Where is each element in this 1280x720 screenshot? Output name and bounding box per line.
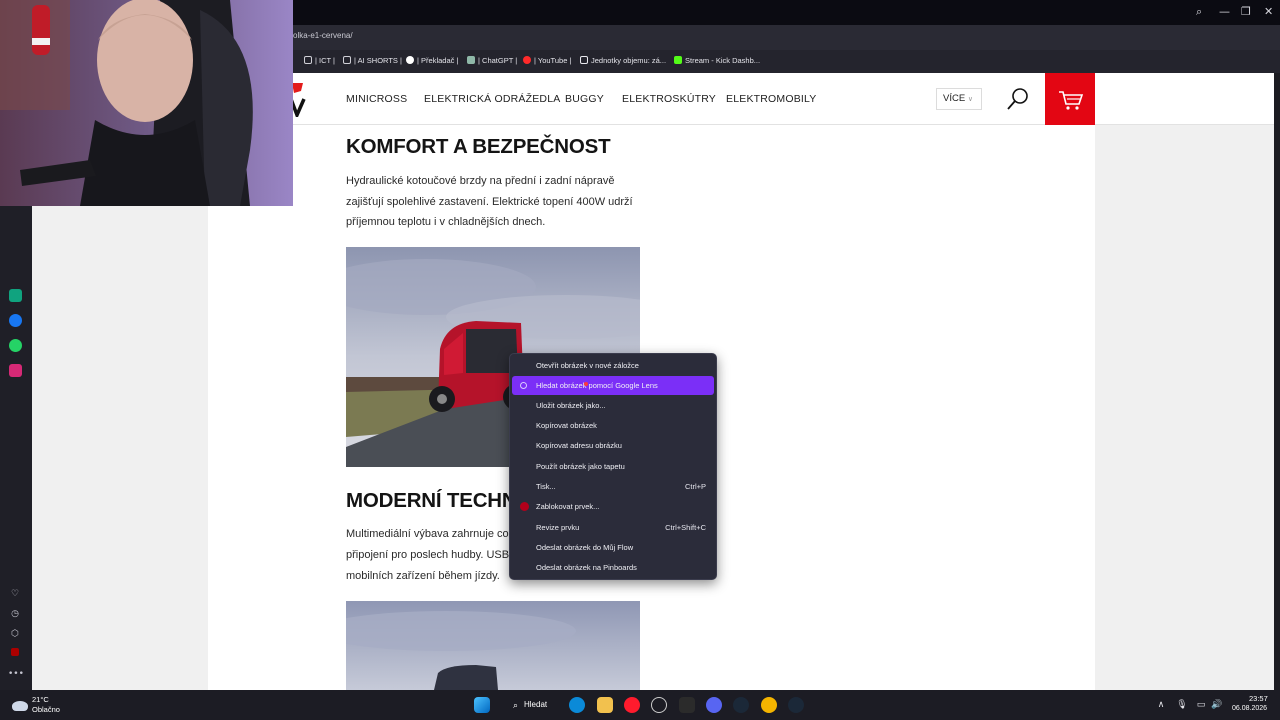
more-icon[interactable]: •••	[8, 668, 24, 680]
cart-button[interactable]	[1045, 73, 1095, 125]
ctx-print[interactable]: Tisk... Ctrl+P	[512, 477, 714, 496]
ctx-copy-image-address[interactable]: Kopírovat adresu obrázku	[512, 436, 714, 455]
weather-temperature[interactable]: 21°C	[32, 695, 49, 704]
nav-buggy[interactable]: BUGGY	[565, 93, 604, 105]
nav-minicross[interactable]: MINICROSS	[346, 93, 407, 105]
clock-date[interactable]: 06.08.2026	[1232, 705, 1267, 712]
section-text-comfort: Hydraulické kotoučové brzdy na přední i …	[346, 175, 633, 228]
clock-time[interactable]: 23:57	[1249, 694, 1268, 703]
lens-icon	[520, 382, 527, 389]
ctx-send-to-pinboards[interactable]: Odeslat obrázek na Pinboards	[512, 558, 714, 577]
epic-games-icon[interactable]	[679, 697, 695, 713]
file-explorer-icon[interactable]	[597, 697, 613, 713]
close-icon[interactable]: ✕	[1264, 6, 1273, 17]
microphone-icon[interactable]: 🎙	[1176, 699, 1188, 711]
webcam-overlay	[0, 0, 293, 206]
heart-icon[interactable]: ♡	[8, 588, 22, 600]
cart-icon	[1059, 91, 1084, 110]
edge-icon[interactable]	[569, 697, 585, 713]
ctx-block-element[interactable]: Zablokovat prvek...	[512, 497, 714, 516]
steam-icon[interactable]	[733, 697, 749, 713]
document-icon	[580, 56, 588, 64]
search-icon[interactable]	[1006, 87, 1030, 111]
ublock-icon	[520, 502, 529, 511]
taskbar-search[interactable]: ⌕ Hledat	[504, 696, 554, 714]
ctx-save-image-as[interactable]: Uložit obrázek jako...	[512, 396, 714, 415]
google-icon	[406, 56, 414, 64]
cursor-pointer-icon	[584, 382, 588, 386]
ctx-inspect-shortcut: Ctrl+Shift+C	[665, 523, 706, 532]
chrome-icon[interactable]	[761, 697, 777, 713]
more-dropdown[interactable]: VÍCE ∨	[936, 88, 982, 110]
page-gutter-left	[32, 125, 208, 690]
product-photo-car-front[interactable]	[346, 601, 640, 690]
nav-elektromobily[interactable]: ELEKTROMOBILY	[726, 93, 817, 105]
ctx-set-as-wallpaper[interactable]: Použít obrázek jako tapetu	[512, 457, 714, 476]
folder-icon	[343, 56, 351, 64]
ctx-send-to-my-flow[interactable]: Odeslat obrázek do Můj Flow	[512, 538, 714, 557]
bookmark-kick[interactable]: Stream - Kick Dashb...	[674, 56, 760, 65]
ublock-icon[interactable]	[8, 648, 22, 660]
chatgpt-icon	[467, 56, 475, 64]
windows-taskbar: 21°C Oblačno ⌕ Hledat ∧ 🎙 ▭ 🔊 23:57 06.08…	[0, 690, 1280, 720]
ctx-open-image-new-tab[interactable]: Otevřít obrázek v nové záložce	[512, 356, 714, 375]
bookmark-ai-shorts[interactable]: | AI SHORTS |	[343, 56, 402, 65]
bookmark-jednotky[interactable]: Jednotky objemu: zá...	[580, 56, 666, 65]
ctx-print-shortcut: Ctrl+P	[684, 482, 706, 491]
context-menu: Otevřít obrázek v nové záložce Hledat ob…	[509, 353, 717, 580]
ctx-copy-image[interactable]: Kopírovat obrázek	[512, 416, 714, 435]
nav-elektricka-odrazedla[interactable]: ELEKTRICKÁ ODRÁŽEDLA	[424, 93, 560, 105]
steam-secondary-icon[interactable]	[788, 697, 804, 713]
network-icon[interactable]: ▭	[1195, 699, 1207, 711]
volume-icon[interactable]: 🔊	[1211, 699, 1223, 711]
search-tabs-icon[interactable]: ⌕	[1196, 6, 1202, 17]
chevron-down-icon: ∨	[967, 96, 973, 103]
instagram-icon[interactable]	[9, 364, 22, 377]
minimize-icon[interactable]: —	[1219, 6, 1230, 17]
opera-icon[interactable]	[624, 697, 640, 713]
history-icon[interactable]: ◷	[8, 608, 22, 620]
section-heading-comfort: KOMFORT A BEZPEČNOST	[346, 135, 611, 158]
messenger-icon[interactable]	[9, 314, 22, 327]
nav-elektroskutry[interactable]: ELEKTROSKÚTRY	[622, 93, 716, 105]
folder-icon	[304, 56, 312, 64]
page-gutter-right	[1095, 125, 1274, 690]
whatsapp-icon[interactable]	[9, 339, 22, 352]
windows-start-icon[interactable]	[474, 697, 490, 713]
bookmark-youtube[interactable]: | YouTube |	[523, 56, 571, 65]
kick-icon	[674, 56, 682, 64]
tray-chevron-up-icon[interactable]: ∧	[1155, 699, 1167, 711]
search-icon: ⌕	[513, 700, 519, 710]
url-text[interactable]: olka-e1-cervena/	[293, 31, 353, 40]
chatgpt-app-icon[interactable]	[651, 697, 667, 713]
weather-description[interactable]: Oblačno	[32, 705, 60, 714]
discord-icon[interactable]	[706, 697, 722, 713]
ctx-inspect-element[interactable]: Revize prvku Ctrl+Shift+C	[512, 518, 714, 537]
youtube-icon	[523, 56, 531, 64]
chatgpt-icon[interactable]	[9, 289, 22, 302]
bookmark-prekladac[interactable]: | Překladač |	[406, 56, 458, 65]
ctx-search-google-lens[interactable]: Hledat obrázek pomocí Google Lens	[512, 376, 714, 395]
cloud-icon[interactable]	[12, 701, 28, 711]
bookmark-chatgpt[interactable]: | ChatGPT |	[467, 56, 517, 65]
restore-icon[interactable]: ❐	[1241, 6, 1251, 17]
section-heading-technology: MODERNÍ TECHN	[346, 489, 517, 512]
bookmark-ict[interactable]: | ICT |	[304, 56, 335, 65]
cube-icon[interactable]: ⬡	[8, 628, 22, 640]
